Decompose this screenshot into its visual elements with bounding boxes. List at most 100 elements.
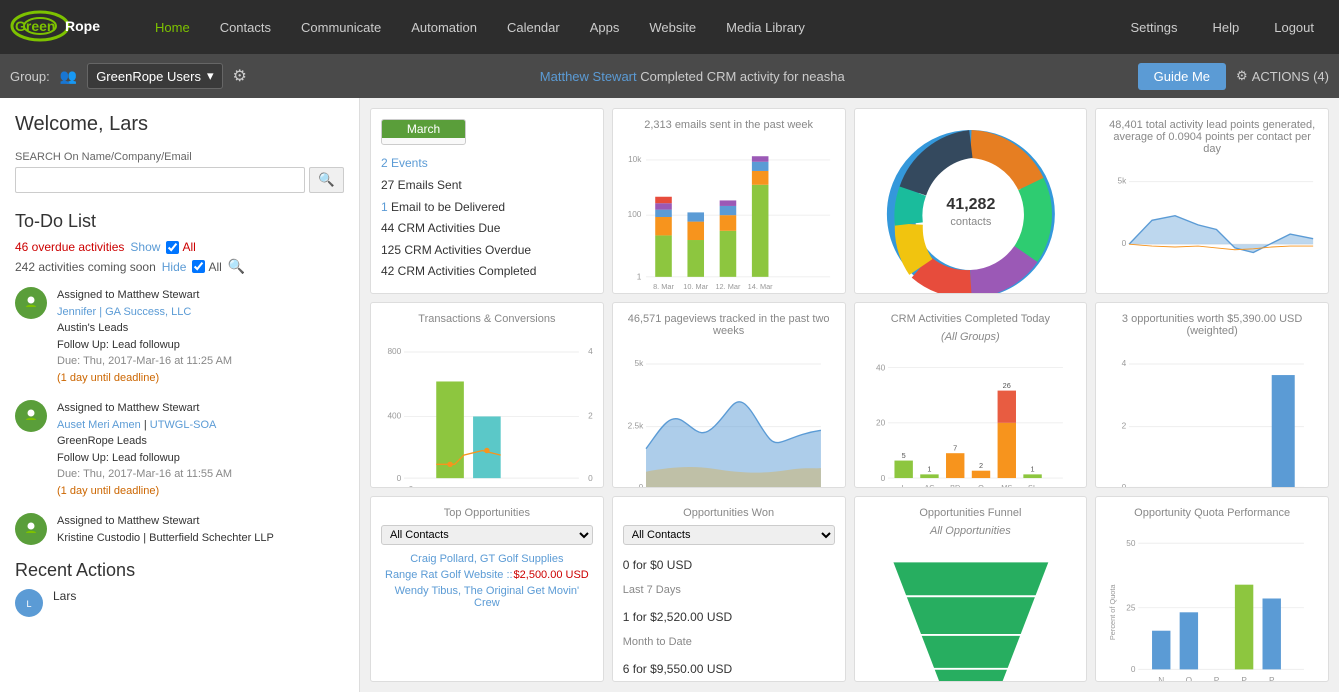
- calendar-widget: March 15 Wednesday: [381, 119, 466, 145]
- top-opp-item-3[interactable]: Wendy Tibus, The Original Get Movin' Cre…: [381, 583, 593, 611]
- opp-won-select[interactable]: All Contacts: [623, 525, 835, 545]
- svg-text:SL: SL: [1028, 483, 1037, 488]
- svg-text:Percent of Quota: Percent of Quota: [1108, 584, 1117, 641]
- nav-media-library[interactable]: Media Library: [711, 0, 820, 54]
- contact-link-2a[interactable]: Auset Meri Amen: [57, 419, 141, 431]
- group-selector[interactable]: GreenRope Users ▾: [87, 63, 222, 89]
- nav-logout[interactable]: Logout: [1259, 0, 1329, 54]
- card-pageviews: 46,571 pageviews tracked in the past two…: [612, 302, 846, 488]
- pageviews-svg: 5k 2.5k 0 6. Mar 13. Mar: [623, 343, 835, 488]
- nav-calendar[interactable]: Calendar: [492, 0, 575, 54]
- svg-text:14. Mar: 14. Mar: [747, 282, 772, 291]
- show-link[interactable]: Show: [130, 240, 160, 254]
- svg-text:10. Mar: 10. Mar: [683, 282, 708, 291]
- search-input[interactable]: [15, 167, 305, 193]
- svg-text:L: L: [901, 483, 905, 488]
- nav-contacts[interactable]: Contacts: [205, 0, 286, 54]
- top-opp-item-1[interactable]: Craig Pollard, GT Golf Supplies: [381, 551, 593, 567]
- search-small-icon[interactable]: 🔍: [228, 258, 245, 275]
- svg-text:5: 5: [901, 451, 905, 460]
- contact-link-1[interactable]: Jennifer | GA Success, LLC: [57, 306, 191, 318]
- search-button[interactable]: 🔍: [309, 167, 344, 193]
- opp-funnel-title: Opportunities Funnel: [865, 507, 1077, 519]
- avatar-1: [15, 287, 47, 319]
- recent-item-1: L Lars: [15, 589, 344, 617]
- svg-text:Green: Green: [15, 18, 55, 34]
- cal-crm-completed: 42 CRM Activities Completed: [381, 261, 536, 283]
- cal-stats: 2 Events 27 Emails Sent 1 Email to be De…: [381, 153, 536, 283]
- svg-text:Q: Q: [1186, 676, 1193, 682]
- top-opp-link-2[interactable]: Range Rat Golf Website ::: [385, 569, 513, 581]
- group-label: Group:: [10, 69, 50, 84]
- svg-text:O: O: [978, 483, 984, 488]
- gear-icon[interactable]: ⚙: [233, 66, 247, 86]
- activity-user-link[interactable]: Matthew Stewart: [540, 69, 637, 84]
- top-opp-title: Top Opportunities: [381, 507, 593, 519]
- opp-quota-title: Opportunity Quota Performance: [1106, 507, 1318, 519]
- contact-link-2b[interactable]: UTWGL-SOA: [150, 419, 217, 431]
- svg-text:40: 40: [876, 363, 886, 372]
- toolbar: Group: 👥 GreenRope Users ▾ ⚙ Matthew Ste…: [0, 54, 1339, 98]
- avatar-2: [15, 400, 47, 432]
- nav-apps[interactable]: Apps: [575, 0, 635, 54]
- coming-all-checkbox[interactable]: [192, 260, 205, 273]
- svg-text:0: 0: [588, 474, 593, 483]
- activity-content-3: Assigned to Matthew Stewart Kristine Cus…: [57, 513, 344, 546]
- top-opp-link-3[interactable]: Wendy Tibus, The Original Get Movin' Cre…: [395, 585, 580, 609]
- all-checkbox[interactable]: [166, 241, 179, 254]
- opp-funnel-svg: [865, 543, 1077, 682]
- svg-text:2: 2: [978, 461, 982, 470]
- card-opp-line: 3 opportunities worth $5,390.00 USD (wei…: [1095, 302, 1329, 488]
- nav-help[interactable]: Help: [1197, 0, 1254, 54]
- recent-user-1: Lars: [53, 589, 76, 603]
- svg-text:L: L: [26, 599, 31, 609]
- hide-link[interactable]: Hide: [162, 260, 187, 274]
- svg-text:Rope: Rope: [65, 18, 100, 34]
- opp-won-row-2: 1 for $2,520.00 USD Month to Date: [623, 603, 835, 655]
- nav-settings[interactable]: Settings: [1116, 0, 1193, 54]
- group-icon: 👥: [60, 68, 77, 85]
- cal-crm-due: 44 CRM Activities Due: [381, 218, 536, 240]
- deadline-note-1: (1 day until deadline): [57, 370, 344, 387]
- group-name: GreenRope Users: [96, 69, 201, 84]
- todo-coming-row: 242 activities coming soon Hide All 🔍: [15, 258, 344, 275]
- links-2: Auset Meri Amen | UTWGL-SOA: [57, 417, 344, 434]
- card-opp-won: Opportunities Won All Contacts 0 for $0 …: [612, 496, 846, 682]
- svg-text:0: 0: [409, 485, 414, 488]
- search-icon: 🔍: [318, 172, 335, 187]
- logo[interactable]: Green Rope: [10, 8, 120, 47]
- sidebar: Welcome, Lars SEARCH On Name/Company/Ema…: [0, 98, 360, 692]
- top-opp-select[interactable]: All Contacts: [381, 525, 593, 545]
- top-opp-link-1[interactable]: Craig Pollard, GT Golf Supplies: [410, 553, 563, 565]
- svg-text:800: 800: [387, 347, 401, 356]
- cal-emails-sent: 27 Emails Sent: [381, 175, 536, 197]
- top-opp-item-2-row: Range Rat Golf Website :: $2,500.00 USD: [381, 567, 593, 583]
- top-opp-price-2: $2,500.00 USD: [514, 569, 589, 581]
- svg-text:contacts: contacts: [950, 216, 991, 228]
- cal-events: 2 Events: [381, 153, 536, 175]
- svg-text:26: 26: [1002, 381, 1010, 390]
- opp-won-row-3: 6 for $9,550.00 USD Year to Date: [623, 655, 835, 682]
- avatar-3: [15, 513, 47, 545]
- actions-button[interactable]: ⚙ ACTIONS (4): [1236, 68, 1329, 84]
- nav-home[interactable]: Home: [140, 0, 205, 54]
- crm-today-title: CRM Activities Completed Today: [865, 313, 1077, 325]
- cal-month: March: [382, 120, 465, 138]
- pageviews-title: 46,571 pageviews tracked in the past two…: [623, 313, 835, 337]
- card-crm-today: CRM Activities Completed Today (All Grou…: [854, 302, 1088, 488]
- content-area: March 15 Wednesday 2 Events 27 Emails Se…: [360, 98, 1339, 692]
- svg-text:1: 1: [927, 465, 931, 474]
- activity-item-2: Assigned to Matthew Stewart Auset Meri A…: [15, 400, 344, 499]
- nav-automation[interactable]: Automation: [396, 0, 492, 54]
- nav-website[interactable]: Website: [634, 0, 711, 54]
- card-calendar: March 15 Wednesday 2 Events 27 Emails Se…: [370, 108, 604, 294]
- nav-communicate[interactable]: Communicate: [286, 0, 396, 54]
- svg-text:BD: BD: [950, 483, 960, 488]
- welcome-title: Welcome, Lars: [15, 113, 344, 136]
- guide-me-button[interactable]: Guide Me: [1138, 63, 1226, 90]
- search-row: 🔍: [15, 167, 344, 193]
- svg-text:N: N: [1158, 676, 1164, 682]
- coming-count: 242 activities coming soon: [15, 260, 156, 274]
- assignee-2: Assigned to Matthew Stewart: [57, 400, 344, 417]
- opp-line-title: 3 opportunities worth $5,390.00 USD (wei…: [1106, 313, 1318, 337]
